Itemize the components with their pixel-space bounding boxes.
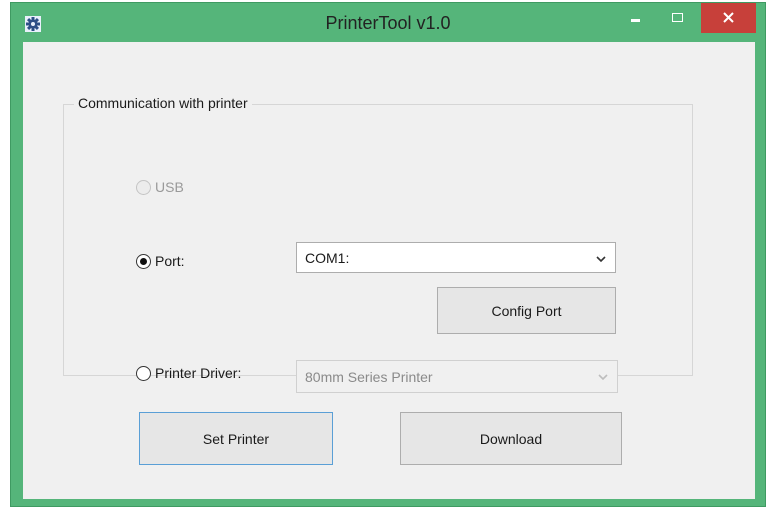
port-dropdown-value: COM1:	[305, 249, 350, 266]
maximize-button[interactable]	[660, 3, 694, 30]
usb-label: USB	[155, 179, 184, 195]
usb-radio[interactable]	[136, 179, 151, 195]
communication-group: Communication with printer USB Port: COM…	[63, 95, 693, 393]
usb-option[interactable]: USB	[136, 179, 184, 195]
port-option[interactable]: Port:	[136, 253, 185, 269]
chevron-down-icon	[595, 252, 607, 264]
app-window: PrinterTool v1.0 Communication with prin…	[10, 2, 766, 507]
minimize-button[interactable]	[618, 3, 652, 30]
printer-driver-dropdown[interactable]: 80mm Series Printer	[296, 360, 618, 393]
printer-driver-dropdown-value: 80mm Series Printer	[305, 368, 433, 385]
close-icon	[723, 10, 734, 26]
client-area: Communication with printer USB Port: COM…	[23, 42, 755, 499]
minimize-icon	[630, 11, 640, 22]
port-label: Port:	[155, 253, 185, 269]
set-printer-button[interactable]: Set Printer	[139, 412, 333, 465]
download-button[interactable]: Download	[400, 412, 622, 465]
printer-driver-label: Printer Driver:	[155, 365, 242, 381]
close-button[interactable]	[701, 3, 756, 33]
group-title: Communication with printer	[74, 95, 252, 111]
printer-driver-option[interactable]: Printer Driver:	[136, 365, 241, 381]
title-bar[interactable]: PrinterTool v1.0	[11, 3, 765, 41]
config-port-button[interactable]: Config Port	[437, 287, 616, 334]
port-dropdown[interactable]: COM1:	[296, 242, 616, 273]
chevron-down-icon	[597, 370, 609, 382]
printer-driver-radio[interactable]	[136, 365, 151, 381]
port-radio[interactable]	[136, 253, 151, 269]
maximize-icon	[671, 11, 683, 22]
